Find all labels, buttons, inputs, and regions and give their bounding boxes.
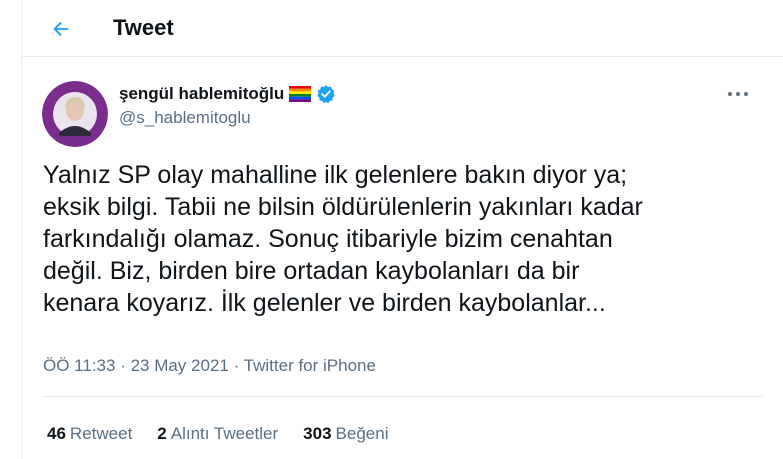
tweet-column: Tweet şengül hablemitoğlu @s_hablemitogl…	[21, 0, 783, 459]
more-options-button[interactable]	[722, 82, 754, 106]
likes-stat[interactable]: 303 Beğeni	[303, 424, 388, 444]
meta-separator: ·	[115, 356, 131, 375]
quote-tweets-count: 2	[157, 424, 167, 443]
retweets-label: Retweet	[69, 424, 133, 443]
avatar[interactable]	[42, 81, 108, 147]
author-name-row[interactable]: şengül hablemitoğlu	[119, 84, 336, 104]
more-horizontal-icon	[728, 92, 748, 96]
arrow-left-icon	[53, 21, 69, 37]
likes-label: Beğeni	[335, 424, 389, 443]
back-button[interactable]	[44, 12, 78, 46]
tweet-metadata: ÖÖ 11:33 · 23 May 2021 · Twitter for iPh…	[43, 356, 376, 376]
quote-tweets-label: Alıntı Tweetler	[170, 424, 279, 443]
tweet-time[interactable]: ÖÖ 11:33	[43, 356, 115, 375]
tweet-stats: 46 Retweet 2 Alıntı Tweetler 303 Beğeni	[47, 424, 388, 444]
avatar-image	[42, 81, 108, 147]
divider	[43, 396, 763, 397]
tweet-date[interactable]: 23 May 2021	[131, 356, 229, 375]
verified-badge-icon	[317, 85, 336, 104]
meta-separator: ·	[228, 356, 244, 375]
retweets-stat[interactable]: 46 Retweet	[47, 424, 132, 444]
retweets-count: 46	[47, 424, 66, 443]
author-handle[interactable]: @s_hablemitoglu	[119, 108, 251, 128]
tweet-text: Yalnız SP olay mahalline ilk gelenlere b…	[43, 161, 643, 317]
quote-tweets-stat[interactable]: 2 Alıntı Tweetler	[157, 424, 278, 444]
likes-count: 303	[303, 424, 332, 443]
page-header: Tweet	[22, 0, 783, 57]
rainbow-flag-icon	[289, 86, 312, 102]
tweet-source[interactable]: Twitter for iPhone	[244, 356, 376, 375]
page-title: Tweet	[113, 15, 174, 40]
author-display-name[interactable]: şengül hablemitoğlu	[119, 84, 284, 104]
